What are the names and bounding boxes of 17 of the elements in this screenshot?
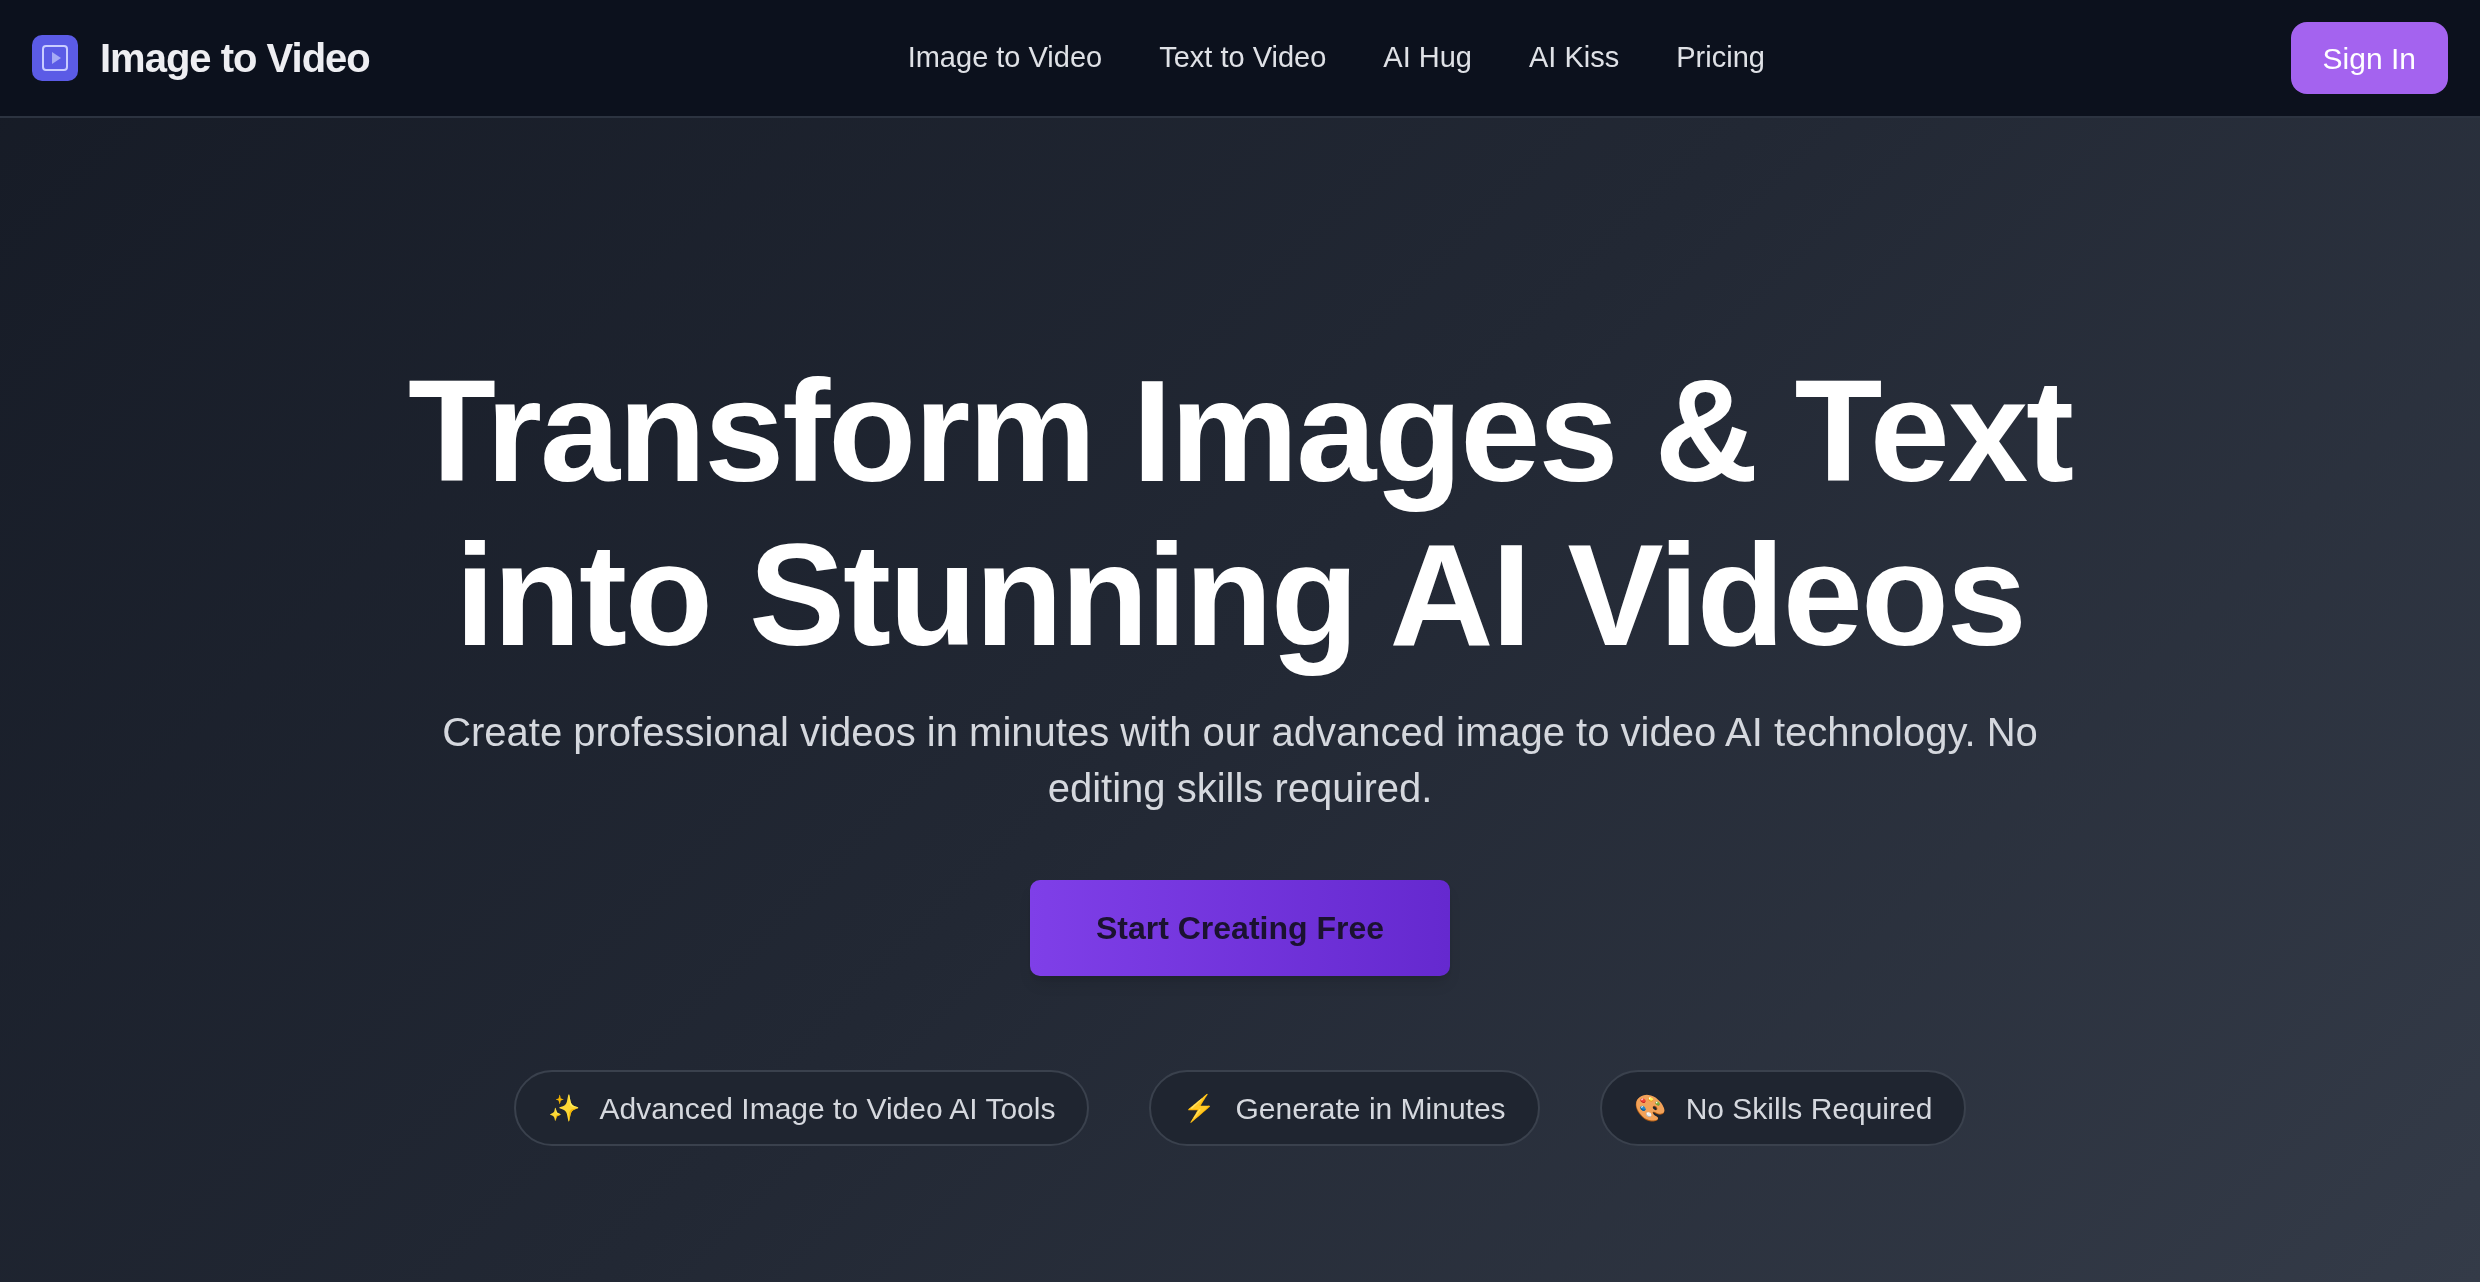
logo-icon (32, 35, 78, 81)
nav-link[interactable]: AI Kiss (1529, 36, 1620, 80)
nav-link[interactable]: Text to Video (1159, 36, 1327, 80)
nav-link[interactable]: Pricing (1676, 36, 1765, 80)
feature-label: Advanced Image to Video AI Tools (599, 1090, 1056, 1127)
hero-subtitle: Create professional videos in minutes with our advanced image to video AI technology. No editing skills required. (441, 709, 2039, 812)
feature-label: Generate in Minutes (1235, 1090, 1506, 1127)
nav-link[interactable]: Image to Video (907, 36, 1103, 80)
brand-name: Image to Video (100, 35, 370, 82)
feature-icon: ⚡ (1183, 1088, 1216, 1128)
hero-heading: Transform Images & Text (408, 350, 2072, 514)
sign-in-button[interactable]: Sign In (2290, 22, 2448, 94)
feature-label: No Skills Required (1685, 1090, 1933, 1127)
nav-link[interactable]: AI Hug (1383, 36, 1472, 80)
feature-icon: ✨ (547, 1088, 580, 1128)
hero-heading: into Stunning AI Videos (455, 514, 2025, 678)
feature-icon: 🎨 (1633, 1088, 1666, 1128)
